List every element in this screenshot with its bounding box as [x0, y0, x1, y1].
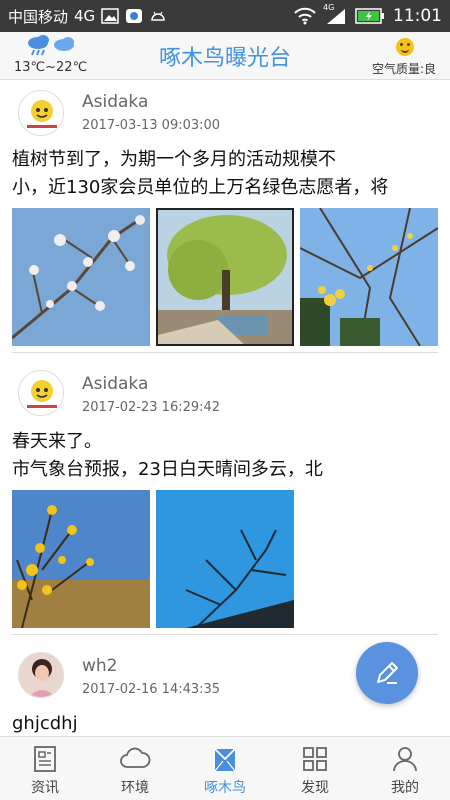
post-time: 2017-02-23 16:29:42 — [82, 400, 221, 415]
nav-label: 资讯 — [31, 780, 59, 796]
clock: 11:01 — [393, 6, 442, 26]
willow-lake-photo — [158, 210, 292, 344]
post-photo[interactable] — [156, 490, 294, 628]
post-photo[interactable] — [12, 490, 150, 628]
compose-button[interactable] — [356, 642, 418, 704]
woodpecker-icon — [214, 748, 236, 772]
post-username[interactable]: wh2 — [82, 656, 118, 676]
post-divider — [12, 352, 438, 353]
nav-item-profile[interactable]: 我的 — [360, 737, 450, 800]
avatar[interactable] — [18, 90, 64, 136]
smiley-icon — [396, 38, 414, 56]
network-label: 4G — [74, 7, 96, 25]
post-username[interactable]: Asidaka — [82, 92, 148, 112]
nav-label: 我的 — [391, 780, 419, 796]
yellow-blossom-photo — [300, 208, 438, 346]
nav-label: 发现 — [301, 780, 329, 796]
post-text[interactable]: 植树节到了，为期一个多月的活动规模不 小，近130家会员单位的上万名绿色志愿者，… — [12, 146, 442, 202]
post-time: 2017-03-13 09:03:00 — [82, 118, 221, 133]
signal-badge: 4G — [323, 3, 335, 12]
post-photo[interactable] — [300, 208, 438, 346]
cloud-icon — [120, 747, 151, 768]
app-notification-icon — [126, 9, 143, 23]
avatar[interactable] — [18, 370, 64, 416]
post-text[interactable]: 春天来了。 市气象台预报，23日白天晴间多云，北 — [12, 428, 442, 484]
status-bar: 中国移动 4G 4G 11:01 — [0, 0, 450, 32]
post-username[interactable]: Asidaka — [82, 374, 148, 394]
carrier-label: 中国移动 — [8, 7, 69, 26]
bare-tree-sky-photo — [156, 490, 294, 628]
nav-item-environment[interactable]: 环境 — [90, 737, 180, 800]
post-photo[interactable] — [12, 208, 150, 346]
app-header: 13℃~22℃ 啄木鸟曝光台 空气质量:良 — [0, 32, 450, 80]
blossom-branch-photo — [12, 208, 150, 346]
winter-jasmine-photo — [12, 490, 150, 628]
nav-label: 环境 — [121, 780, 149, 796]
air-quality-label: 空气质量:良 — [371, 62, 436, 76]
nav-item-news[interactable]: 资讯 — [0, 737, 90, 800]
android-icon — [151, 11, 165, 21]
air-quality-widget[interactable]: 空气质量:良 — [356, 36, 436, 76]
news-icon — [34, 746, 56, 772]
post-photo[interactable] — [156, 208, 294, 346]
nav-item-woodpecker[interactable]: 啄木鸟 — [180, 737, 270, 800]
bottom-nav: 资讯 环境 啄木鸟 发现 我的 — [0, 736, 450, 800]
nav-item-discover[interactable]: 发现 — [270, 737, 360, 800]
image-icon — [101, 8, 119, 24]
post-divider — [12, 634, 438, 635]
pencil-icon — [377, 662, 398, 684]
battery-icon — [355, 8, 384, 24]
grid-icon — [303, 747, 327, 771]
avatar[interactable] — [18, 652, 64, 698]
nav-label: 啄木鸟 — [204, 780, 246, 796]
wifi-icon — [294, 7, 316, 25]
feed-list[interactable]: Asidaka 2017-03-13 09:03:00 植树节到了，为期一个多月… — [0, 80, 450, 736]
post-text[interactable]: ghjcdhj — [12, 710, 442, 736]
person-icon — [393, 747, 417, 772]
post-time: 2017-02-16 14:43:35 — [82, 682, 221, 697]
